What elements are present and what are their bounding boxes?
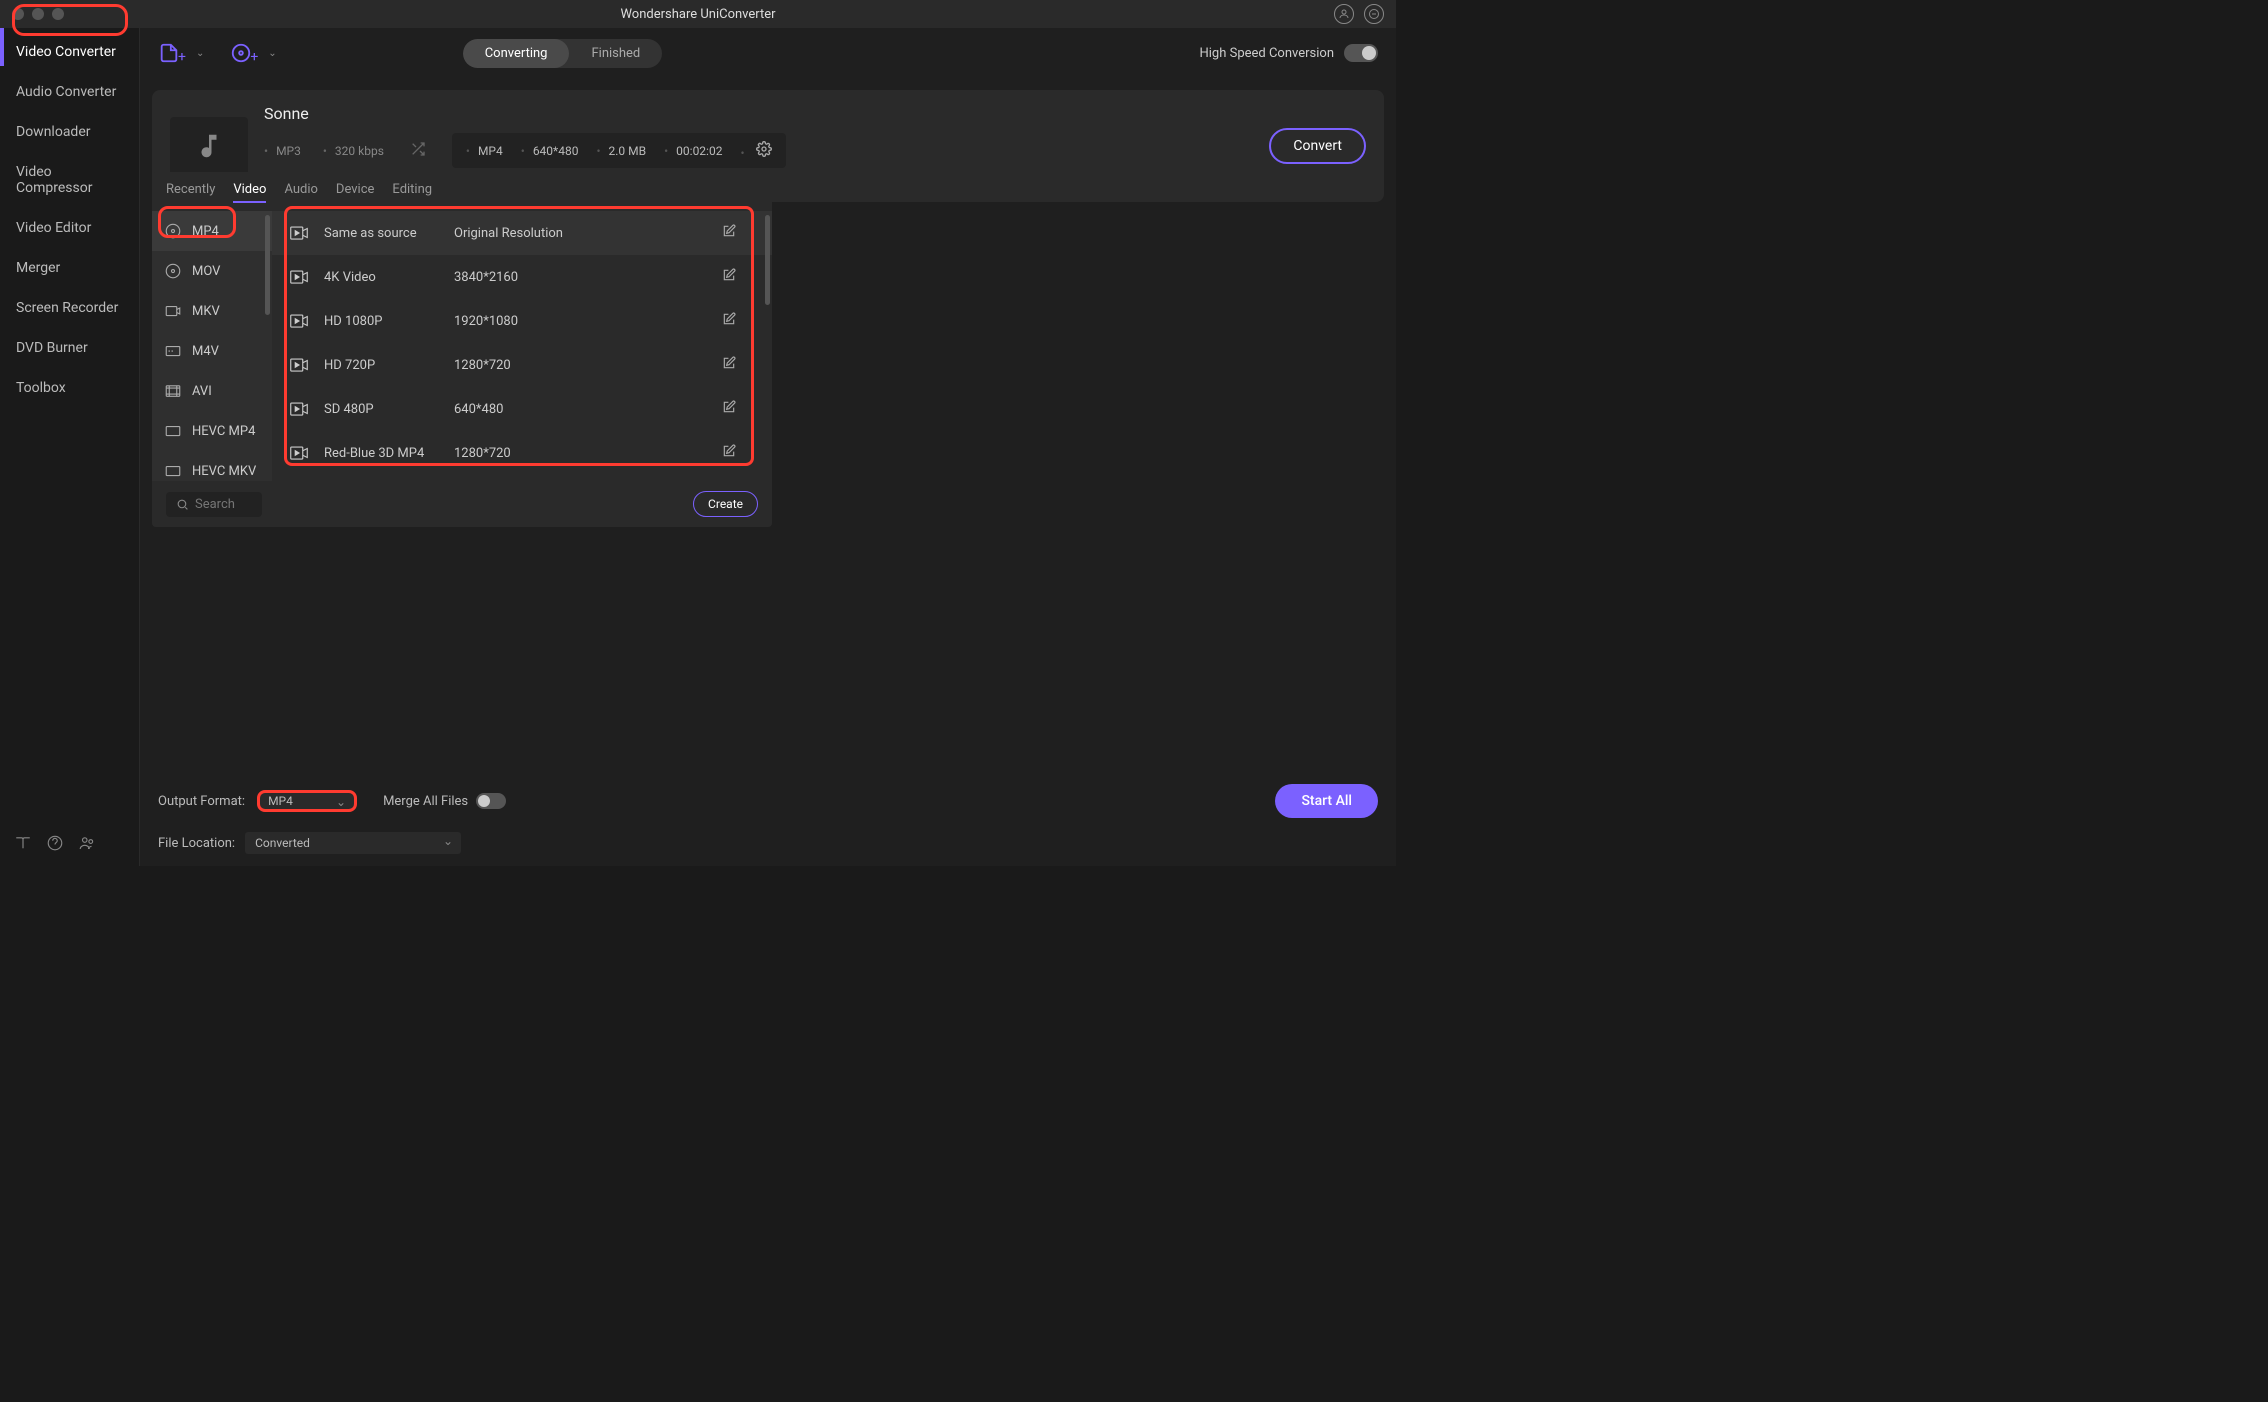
output-format-select[interactable]: MP4	[257, 790, 357, 812]
scrollbar[interactable]	[265, 215, 270, 315]
search-input[interactable]	[195, 497, 250, 512]
maximize-window-button[interactable]	[52, 8, 64, 20]
high-speed-toggle[interactable]	[1344, 44, 1378, 62]
main-panel: + ⌄ + ⌄ Converting Finished High Speed C…	[140, 28, 1396, 866]
format-m4v[interactable]: M4V	[152, 331, 272, 371]
tab-converting[interactable]: Converting	[463, 39, 570, 68]
traffic-lights	[12, 8, 64, 20]
preset-row[interactable]: Red-Blue 3D MP4 1280*720	[272, 431, 772, 475]
format-mp4[interactable]: MP4	[152, 211, 272, 251]
sidebar-item-dvd-burner[interactable]: DVD Burner	[0, 328, 139, 368]
preset-row[interactable]: HD 1080P 1920*1080	[272, 299, 772, 343]
tutorial-icon[interactable]	[14, 834, 32, 856]
merge-toggle[interactable]	[476, 793, 506, 809]
edit-icon[interactable]	[720, 312, 754, 330]
dst-format: MP4	[466, 144, 503, 158]
close-window-button[interactable]	[12, 8, 24, 20]
convert-button[interactable]: Convert	[1269, 128, 1366, 164]
video-icon	[290, 270, 308, 284]
chevron-down-icon: ⌄	[196, 48, 204, 59]
sidebar-item-audio-converter[interactable]: Audio Converter	[0, 72, 139, 112]
format-left-list: MP4 MOV MKV M4V	[152, 211, 272, 481]
sidebar-item-video-converter[interactable]: Video Converter	[0, 32, 139, 72]
dst-duration: 00:02:02	[664, 144, 722, 158]
sidebar-item-toolbox[interactable]: Toolbox	[0, 368, 139, 408]
tab-video[interactable]: Video	[233, 182, 266, 203]
sidebar-item-screen-recorder[interactable]: Screen Recorder	[0, 288, 139, 328]
gear-icon[interactable]	[740, 141, 771, 160]
account-icon[interactable]	[1334, 4, 1354, 24]
edit-icon[interactable]	[720, 268, 754, 286]
edit-icon[interactable]	[720, 400, 754, 418]
toolbar: + ⌄ + ⌄ Converting Finished High Speed C…	[140, 28, 1396, 78]
sidebar-item-merger[interactable]: Merger	[0, 248, 139, 288]
format-preset-list: Same as source Original Resolution 4K Vi…	[272, 211, 772, 481]
search-icon	[176, 498, 189, 511]
format-panel: Recently Video Audio Device Editing MP4 …	[152, 172, 772, 527]
dest-info: MP4 640*480 2.0 MB 00:02:02	[452, 133, 786, 168]
tab-audio[interactable]: Audio	[284, 182, 317, 203]
start-all-button[interactable]: Start All	[1275, 784, 1378, 818]
file-location-label: File Location:	[158, 836, 235, 851]
format-hevc-mp4[interactable]: HEVC MP4	[152, 411, 272, 451]
dst-size: 2.0 MB	[596, 144, 646, 158]
search-input-wrap	[166, 492, 262, 517]
format-tabs: Recently Video Audio Device Editing	[152, 172, 772, 211]
preset-row[interactable]: SD 480P 640*480	[272, 387, 772, 431]
merge-label: Merge All Files	[383, 794, 468, 809]
preset-row[interactable]: 4K Video 3840*2160	[272, 255, 772, 299]
format-avi[interactable]: AVI	[152, 371, 272, 411]
task-title: Sonne	[264, 104, 1253, 123]
community-icon[interactable]	[78, 834, 96, 856]
scrollbar[interactable]	[765, 215, 770, 305]
format-mkv[interactable]: MKV	[152, 291, 272, 331]
src-format: MP3	[264, 144, 301, 158]
window-title: Wondershare UniConverter	[620, 7, 775, 22]
edit-icon[interactable]	[720, 224, 754, 242]
sidebar: Video Converter Audio Converter Download…	[0, 28, 140, 866]
format-mov[interactable]: MOV	[152, 251, 272, 291]
dst-res: 640*480	[521, 144, 579, 158]
segmented-control: Converting Finished	[463, 39, 663, 68]
shuffle-icon	[410, 141, 426, 160]
video-icon	[290, 402, 308, 416]
sidebar-item-video-compressor[interactable]: Video Compressor	[0, 152, 139, 208]
add-file-button[interactable]: + ⌄	[158, 42, 204, 64]
help-icon[interactable]	[46, 834, 64, 856]
edit-icon[interactable]	[720, 444, 754, 462]
thumbnail	[170, 117, 248, 175]
tab-recently[interactable]: Recently	[166, 182, 215, 203]
video-icon	[290, 446, 308, 460]
output-format-label: Output Format:	[158, 794, 245, 809]
preset-row[interactable]: Same as source Original Resolution	[272, 211, 772, 255]
video-icon	[290, 358, 308, 372]
tab-device[interactable]: Device	[336, 182, 375, 203]
src-bitrate: 320 kbps	[323, 144, 384, 158]
minimize-window-button[interactable]	[32, 8, 44, 20]
add-dvd-button[interactable]: + ⌄	[230, 42, 276, 64]
file-location-select[interactable]: Converted	[245, 832, 461, 854]
tab-editing[interactable]: Editing	[392, 182, 432, 203]
preset-row[interactable]: HD 720P 1280*720	[272, 343, 772, 387]
titlebar: Wondershare UniConverter	[0, 0, 1396, 28]
create-button[interactable]: Create	[693, 491, 758, 517]
edit-icon[interactable]	[720, 356, 754, 374]
high-speed-label: High Speed Conversion	[1199, 46, 1334, 61]
sidebar-item-video-editor[interactable]: Video Editor	[0, 208, 139, 248]
format-hevc-mkv[interactable]: HEVC MKV	[152, 451, 272, 481]
bottom-bar: Output Format: MP4 Merge All Files Start…	[140, 776, 1396, 866]
video-icon	[290, 226, 308, 240]
sidebar-item-downloader[interactable]: Downloader	[0, 112, 139, 152]
feedback-icon[interactable]	[1364, 4, 1384, 24]
tab-finished[interactable]: Finished	[569, 39, 662, 68]
video-icon	[290, 314, 308, 328]
chevron-down-icon: ⌄	[268, 48, 276, 59]
